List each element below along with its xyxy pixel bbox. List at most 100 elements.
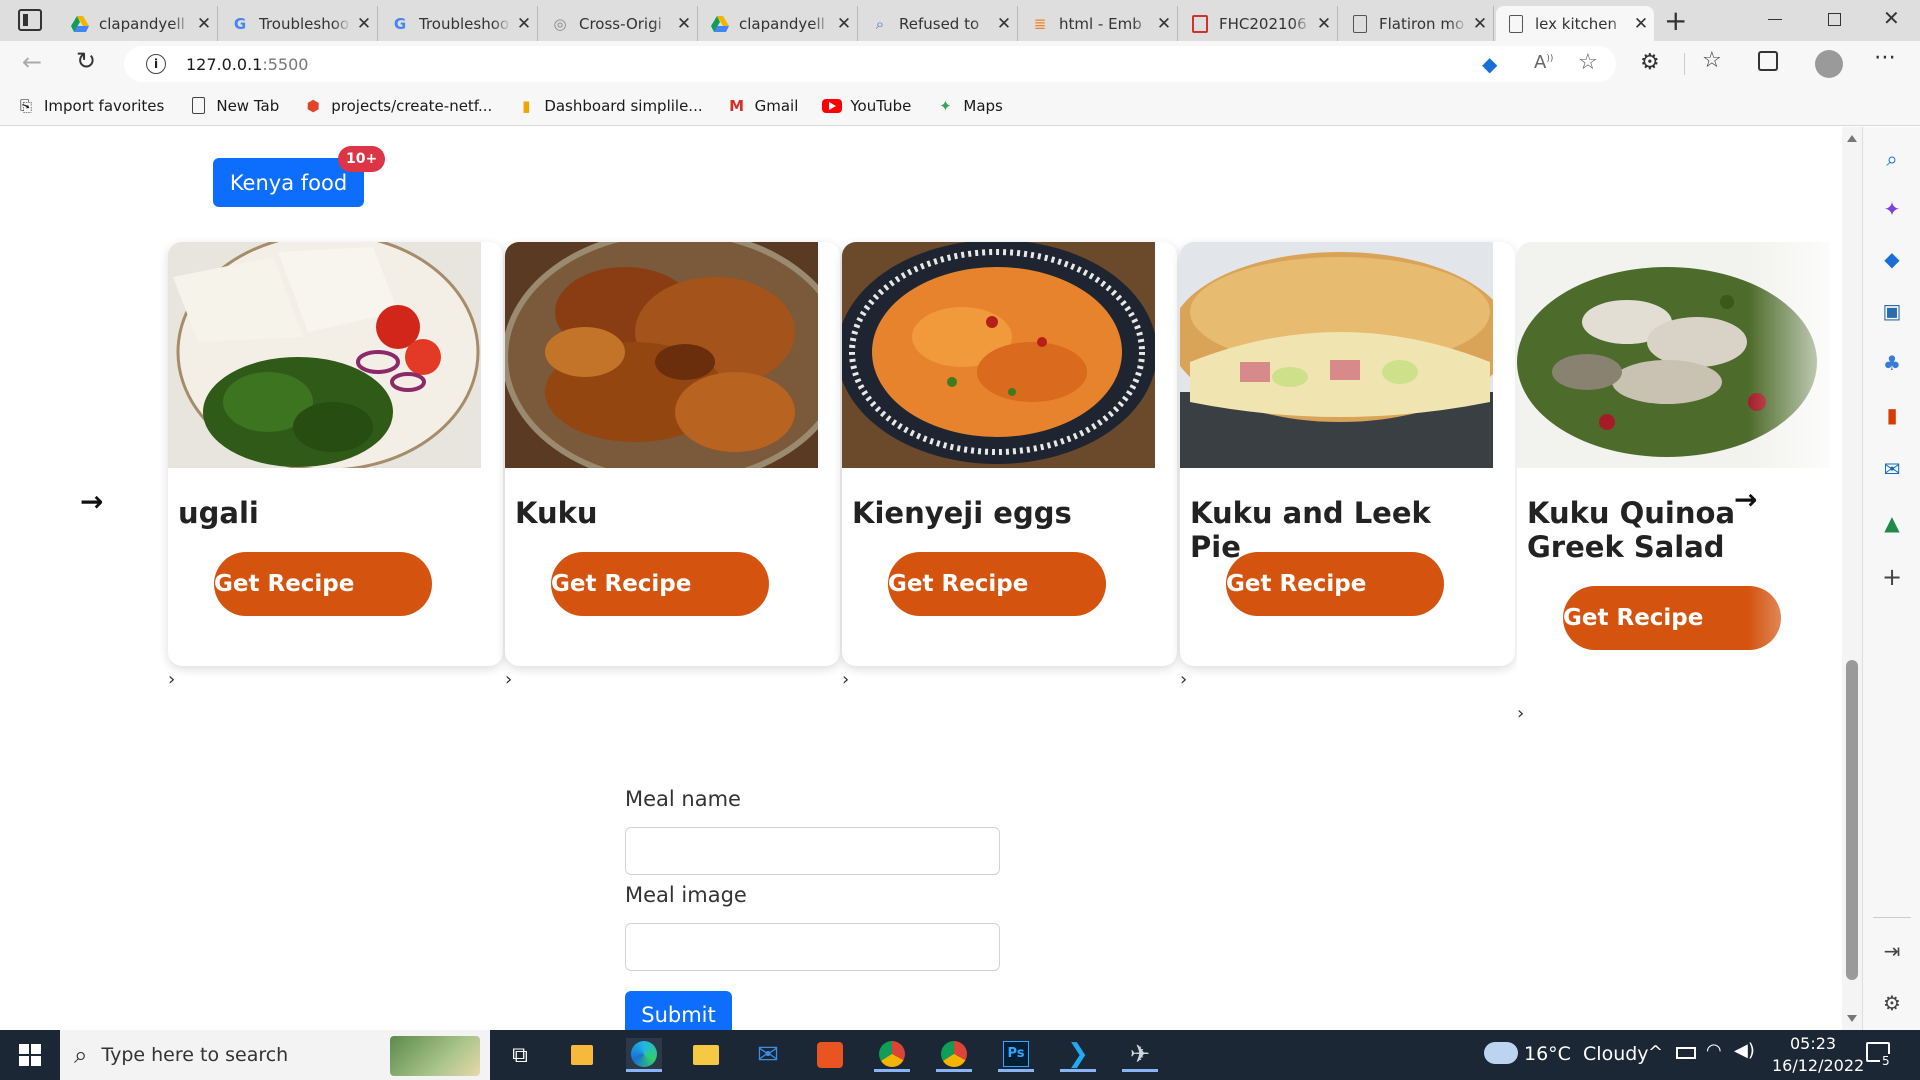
site-info-icon[interactable]: i (146, 54, 166, 74)
get-recipe-button[interactable]: Get Recipe (1563, 586, 1781, 650)
file-explorer-icon[interactable] (688, 1038, 724, 1072)
hide-sidebar-icon[interactable]: ⇥ (1880, 939, 1904, 963)
chevron-up-icon[interactable]: ^ (1648, 1042, 1663, 1063)
google-icon: G (233, 14, 247, 33)
outlook-icon[interactable]: ✉ (1880, 457, 1904, 481)
close-icon[interactable]: ✕ (1311, 14, 1337, 34)
carousel-prev-arrow-icon[interactable]: → (80, 485, 103, 518)
tools-icon[interactable]: ▣ (1880, 299, 1904, 323)
get-recipe-button[interactable]: Get Recipe (888, 552, 1106, 616)
get-recipe-button[interactable]: Get Recipe (1226, 552, 1444, 616)
edge-icon[interactable] (626, 1038, 662, 1072)
chevron-right-icon[interactable]: › (842, 669, 849, 690)
windows-start-icon[interactable] (12, 1038, 48, 1072)
ubuntu-icon[interactable] (812, 1038, 848, 1072)
browser-tab-active[interactable]: lex kitchen ✕ (1496, 6, 1654, 41)
task-view-icon[interactable]: ⧉ (502, 1038, 538, 1072)
address-bar[interactable]: i 127.0.0.1:5500 ◆ A)) ☆ (124, 46, 1616, 82)
meal-name-field[interactable] (625, 827, 1000, 875)
close-icon[interactable]: ✕ (1151, 14, 1177, 34)
photoshop-icon[interactable]: Ps (998, 1038, 1034, 1072)
close-icon[interactable]: ✕ (991, 14, 1017, 34)
weather-icon[interactable] (1484, 1042, 1518, 1064)
browser-tab[interactable]: ◎ Cross-Origi ✕ (540, 6, 698, 41)
settings-icon[interactable]: ⚙ (1880, 991, 1904, 1015)
tree-icon[interactable]: ▲ (1880, 511, 1904, 535)
category-badge: 10+ (338, 146, 386, 172)
shopping-icon[interactable]: ◆ (1880, 247, 1904, 271)
recipe-title: Kuku (515, 496, 598, 530)
get-recipe-button[interactable]: Get Recipe (551, 552, 769, 616)
browser-tab[interactable]: FHC202106 ✕ (1180, 6, 1338, 41)
profile-avatar[interactable] (1815, 50, 1843, 78)
scrollbar-thumb[interactable] (1846, 660, 1858, 980)
store-icon[interactable] (564, 1038, 600, 1072)
back-icon[interactable]: ← (22, 48, 42, 76)
tab-strip: clapandyell ✕ G Troubleshoo ✕ G Troubles… (0, 0, 1920, 41)
favorite-add-icon[interactable]: ☆ (1578, 50, 1598, 75)
battery-icon[interactable] (1676, 1047, 1696, 1059)
get-recipe-button[interactable]: Get Recipe (214, 552, 432, 616)
close-icon[interactable]: ✕ (1467, 14, 1493, 34)
collections-icon[interactable] (1758, 51, 1778, 71)
scroll-up-icon[interactable] (1847, 135, 1857, 142)
chevron-right-icon[interactable]: › (1517, 703, 1524, 724)
clock-time[interactable]: 05:23 (1790, 1034, 1836, 1053)
bookmark-new-tab[interactable]: New Tab (188, 96, 279, 116)
games-icon[interactable]: ♣ (1880, 351, 1904, 375)
window-close-icon[interactable]: ✕ (1883, 6, 1900, 30)
wifi-icon[interactable]: ◠ (1706, 1040, 1722, 1061)
extensions-icon[interactable]: ⚙ (1640, 50, 1660, 75)
page-icon (1350, 14, 1370, 34)
chevron-right-icon[interactable]: › (1180, 669, 1187, 690)
discover-icon[interactable]: ✦ (1880, 197, 1904, 221)
volume-icon[interactable]: ◀) (1734, 1040, 1755, 1061)
chrome-profile-icon[interactable] (936, 1038, 972, 1072)
scrollbar[interactable] (1842, 127, 1862, 1030)
add-icon[interactable]: + (1880, 563, 1904, 591)
scroll-down-icon[interactable] (1847, 1015, 1857, 1022)
close-icon[interactable]: ✕ (1628, 14, 1654, 34)
chrome-icon[interactable] (874, 1038, 910, 1072)
clock-date[interactable]: 16/12/2022 (1772, 1056, 1864, 1075)
tab-actions-icon[interactable] (18, 9, 42, 31)
browser-tab[interactable]: clapandyell ✕ (700, 6, 858, 41)
close-icon[interactable]: ✕ (511, 14, 537, 34)
app-icon[interactable]: ✈ (1122, 1038, 1158, 1072)
submit-button[interactable]: Submit (625, 991, 732, 1030)
refresh-icon[interactable]: ↻ (76, 47, 96, 75)
close-icon[interactable]: ✕ (351, 14, 377, 34)
weather-text[interactable]: 16°C Cloudy (1524, 1043, 1649, 1065)
browser-tab[interactable]: G Troubleshoo ✕ (220, 6, 378, 41)
office-icon[interactable]: ▮ (1880, 403, 1904, 427)
bookmark-gmail[interactable]: M Gmail (727, 96, 798, 116)
bookmark-import-favorites[interactable]: ⎘ Import favorites (16, 96, 164, 116)
browser-tab[interactable]: ≣ html - Emb ✕ (1020, 6, 1178, 41)
search-icon[interactable]: ⌕ (1880, 147, 1904, 171)
bookmark-youtube[interactable]: YouTube (822, 96, 911, 116)
bookmark-projects[interactable]: ⬢ projects/create-netf... (303, 96, 493, 116)
browser-tab[interactable]: clapandyell ✕ (60, 6, 218, 41)
chevron-right-icon[interactable]: › (168, 669, 175, 690)
browser-tab[interactable]: G Troubleshoo ✕ (380, 6, 538, 41)
mail-icon[interactable]: ✉ (750, 1038, 786, 1072)
close-icon[interactable]: ✕ (191, 14, 217, 34)
bookmark-maps[interactable]: ✦ Maps (935, 96, 1003, 116)
more-options-icon[interactable]: ⋯ (1874, 45, 1896, 70)
bookmark-dashboard[interactable]: ▮ Dashboard simplile... (516, 96, 702, 116)
carousel-next-arrow-icon[interactable]: → (1734, 483, 1757, 516)
browser-tab[interactable]: Flatiron mo ✕ (1340, 6, 1494, 41)
new-tab-icon[interactable]: + (1664, 4, 1687, 37)
read-aloud-icon[interactable]: A)) (1534, 52, 1553, 73)
browser-tab[interactable]: ⌕ Refused to ✕ (860, 6, 1018, 41)
close-icon[interactable]: ✕ (831, 14, 857, 34)
taskbar-search-box[interactable]: ⌕ Type here to search (60, 1030, 490, 1080)
meal-image-field[interactable] (625, 923, 1000, 971)
restore-icon[interactable] (1828, 13, 1841, 26)
favorites-icon[interactable]: ☆ (1702, 48, 1722, 73)
close-icon[interactable]: ✕ (671, 14, 697, 34)
shopping-tag-icon[interactable]: ◆ (1482, 52, 1497, 76)
chevron-right-icon[interactable]: › (505, 669, 512, 690)
vscode-icon[interactable]: ❯ (1060, 1038, 1096, 1072)
minimize-icon[interactable] (1768, 19, 1782, 20)
